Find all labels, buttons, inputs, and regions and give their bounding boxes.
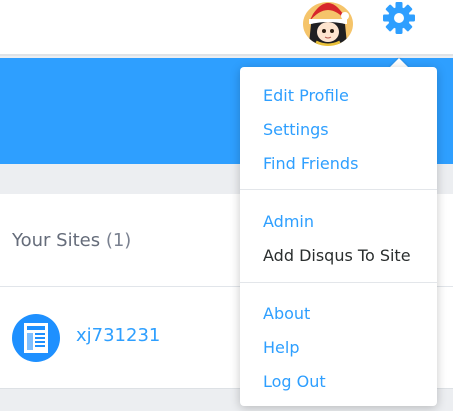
user-avatar-icon	[303, 2, 353, 46]
menu-item-help[interactable]: Help	[263, 338, 299, 357]
settings-dropdown-menu: Edit Profile Settings Find Friends Admin…	[240, 67, 437, 406]
menu-item-log-out[interactable]: Log Out	[263, 372, 326, 391]
site-name-link[interactable]: xj731231	[76, 325, 160, 346]
menu-separator	[240, 189, 437, 190]
menu-item-settings[interactable]: Settings	[263, 120, 329, 139]
your-sites-heading: Your Sites (1)	[12, 230, 131, 251]
top-navigation-bar	[0, 0, 453, 56]
gear-icon	[383, 2, 415, 34]
user-avatar[interactable]	[303, 2, 353, 46]
site-icon[interactable]	[12, 314, 60, 362]
menu-item-about[interactable]: About	[263, 304, 310, 323]
menu-separator	[240, 282, 437, 283]
menu-item-admin[interactable]: Admin	[263, 212, 314, 231]
your-sites-count: (1)	[105, 230, 132, 251]
menu-item-add-disqus-to-site[interactable]: Add Disqus To Site	[263, 246, 411, 265]
settings-gear-button[interactable]	[381, 0, 417, 36]
site-logo-icon	[24, 323, 48, 353]
menu-item-find-friends[interactable]: Find Friends	[263, 154, 358, 173]
menu-item-edit-profile[interactable]: Edit Profile	[263, 86, 349, 105]
your-sites-title: Your Sites	[12, 230, 101, 251]
